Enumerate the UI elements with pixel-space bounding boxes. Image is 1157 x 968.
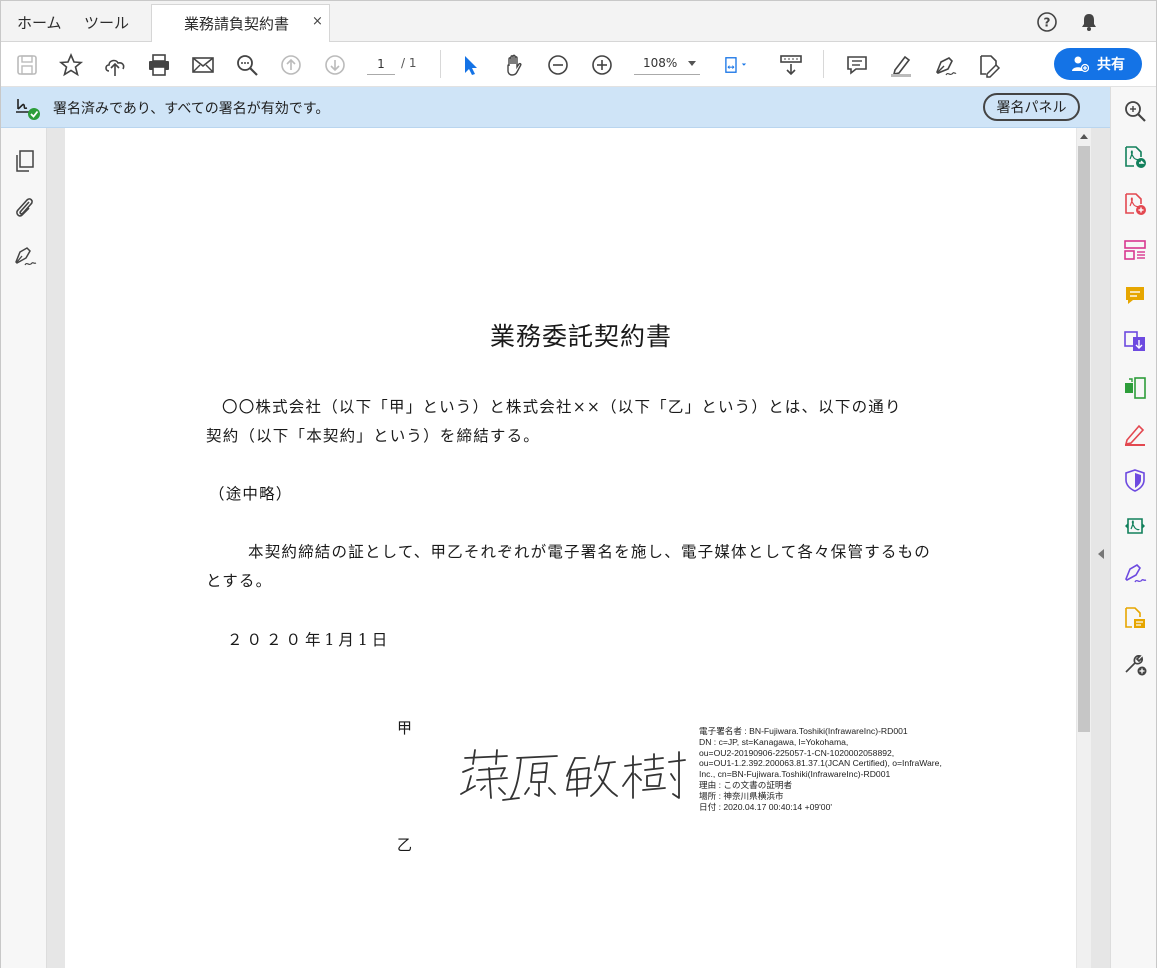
paragraph-2-line-1: 本契約締結の証として、甲乙それぞれが電子署名を施し、電子媒体として各々保管するも… xyxy=(248,543,931,561)
main-toolbar: / 1 108% xyxy=(1,42,1156,87)
signature-detail-line: 日付 : 2020.04.17 00:40:14 +09'00' xyxy=(699,801,833,812)
signature-detail-line: 理由 : この文書の証明者 xyxy=(699,779,793,790)
signature-status-message: 署名済みであり、すべての署名が有効です。 xyxy=(53,101,330,117)
comment-tool-icon[interactable] xyxy=(1122,283,1148,309)
zoom-level-value: 108% xyxy=(643,56,678,70)
combine-files-icon[interactable] xyxy=(1122,329,1148,355)
star-icon[interactable] xyxy=(58,52,84,78)
omitted-note: （途中略） xyxy=(209,485,293,503)
right-tools-rail xyxy=(1110,87,1156,968)
chevron-down-icon xyxy=(688,61,696,66)
paragraph-1-line-2: 契約（以下「本契約」という）を締結する。 xyxy=(206,427,541,445)
signature-detail-line: 電子署名者 : BN-Fujiwara.Toshiki(InfrawareInc… xyxy=(699,726,908,736)
tab-bar: ホーム ツール 業務請負契約書 × ? xyxy=(1,1,1156,43)
party-a-label: 甲 xyxy=(397,719,413,737)
share-button[interactable]: 共有 xyxy=(1054,48,1142,80)
paragraph-1-line-1: 〇〇株式会社（以下「甲」という）と株式会社××（以下「乙」という）とは、以下の通… xyxy=(222,398,902,416)
signature-valid-icon xyxy=(15,95,43,125)
highlight-pen-icon[interactable] xyxy=(888,52,914,78)
sign-pen-icon[interactable] xyxy=(932,52,958,78)
vertical-scrollbar[interactable] xyxy=(1077,128,1091,968)
find-text-icon[interactable] xyxy=(234,52,260,78)
expand-right-panel-icon[interactable] xyxy=(1098,549,1104,559)
prepare-form-icon[interactable] xyxy=(1122,605,1148,631)
document-tab-title: 業務請負契約書 xyxy=(184,15,290,33)
organize-pages-icon[interactable] xyxy=(1122,375,1148,401)
scroll-mode-icon[interactable] xyxy=(778,52,804,78)
share-label: 共有 xyxy=(1097,57,1125,73)
more-tools-wrench-icon[interactable] xyxy=(1122,651,1148,677)
attachment-paperclip-icon[interactable] xyxy=(12,194,38,220)
save-icon[interactable] xyxy=(14,52,40,78)
export-pdf-icon[interactable] xyxy=(1122,144,1148,170)
signature-detail-line: ou=OU2-20190906-225057-1-CN-102000205889… xyxy=(699,747,895,758)
create-pdf-icon[interactable] xyxy=(1122,191,1148,217)
signature-panel-icon[interactable] xyxy=(12,242,38,268)
page-total: / 1 xyxy=(401,56,417,70)
print-icon[interactable] xyxy=(146,52,172,78)
signature-panel-button[interactable]: 署名パネル xyxy=(983,93,1080,121)
fill-sign-tool-icon[interactable] xyxy=(1122,421,1148,447)
next-page-icon[interactable] xyxy=(322,52,348,78)
previous-page-icon[interactable] xyxy=(278,52,304,78)
zoom-search-icon[interactable] xyxy=(1122,98,1148,124)
protect-shield-icon[interactable] xyxy=(1122,467,1148,493)
scrollbar-thumb[interactable] xyxy=(1078,146,1090,732)
help-icon[interactable]: ? xyxy=(1036,11,1058,37)
toolbar-divider xyxy=(823,50,824,78)
handwritten-signature-image[interactable] xyxy=(459,746,687,808)
mail-icon[interactable] xyxy=(190,52,216,78)
request-signature-icon[interactable] xyxy=(1122,559,1148,585)
party-b-label: 乙 xyxy=(397,836,413,854)
add-person-icon xyxy=(1072,56,1089,73)
acrobat-window: ホーム ツール 業務請負契約書 × ? 1 / 1 108% 共有 署名済みであ… xyxy=(0,0,1157,968)
contract-date: ２０２０年1月1日 xyxy=(227,631,392,649)
send-for-review-icon[interactable] xyxy=(1122,513,1148,539)
select-cursor-icon[interactable] xyxy=(457,52,483,78)
tab-tools[interactable]: ツール xyxy=(84,12,129,33)
zoom-in-icon[interactable] xyxy=(589,52,615,78)
svg-text:?: ? xyxy=(1044,16,1051,30)
paragraph-2-line-2: とする。 xyxy=(206,572,273,590)
signature-status-bar: 署名済みであり、すべての署名が有効です。 署名パネル xyxy=(1,87,1110,128)
document-title: 業務委託契約書 xyxy=(490,322,673,351)
upload-cloud-icon[interactable] xyxy=(102,52,128,78)
page-number-input[interactable] xyxy=(367,53,395,75)
left-navigation-rail xyxy=(1,128,47,968)
digital-signature-details: 電子署名者 : BN-Fujiwara.Toshiki(InfrawareInc… xyxy=(699,726,944,812)
tab-document[interactable]: 業務請負契約書 × xyxy=(151,4,330,43)
signature-detail-line: 場所 : 神奈川県横浜市 xyxy=(699,790,784,801)
hand-tool-icon[interactable] xyxy=(501,52,527,78)
comment-icon[interactable] xyxy=(844,52,870,78)
edit-pdf-icon[interactable] xyxy=(1122,237,1148,263)
signature-detail-line: Inc., cn=BN-Fujiwara.Toshiki(InfrawareIn… xyxy=(699,769,891,780)
zoom-out-icon[interactable] xyxy=(545,52,571,78)
tab-home[interactable]: ホーム xyxy=(17,12,62,33)
toolbar-divider xyxy=(440,50,441,78)
page-thumbnails-icon[interactable] xyxy=(12,148,38,174)
scroll-up-icon[interactable] xyxy=(1080,134,1088,139)
signature-detail-line: DN : c=JP, st=Kanagawa, l=Yokohama, xyxy=(699,736,849,747)
signature-detail-line: ou=OU1-1.2.392.200063.81.37.1(JCAN Certi… xyxy=(699,758,942,769)
zoom-level-select[interactable]: 108% xyxy=(634,53,700,75)
fill-and-sign-icon[interactable] xyxy=(976,52,1002,78)
close-tab-button[interactable]: × xyxy=(312,14,323,29)
fit-page-icon[interactable] xyxy=(723,52,759,78)
notification-bell-icon[interactable] xyxy=(1078,11,1100,37)
